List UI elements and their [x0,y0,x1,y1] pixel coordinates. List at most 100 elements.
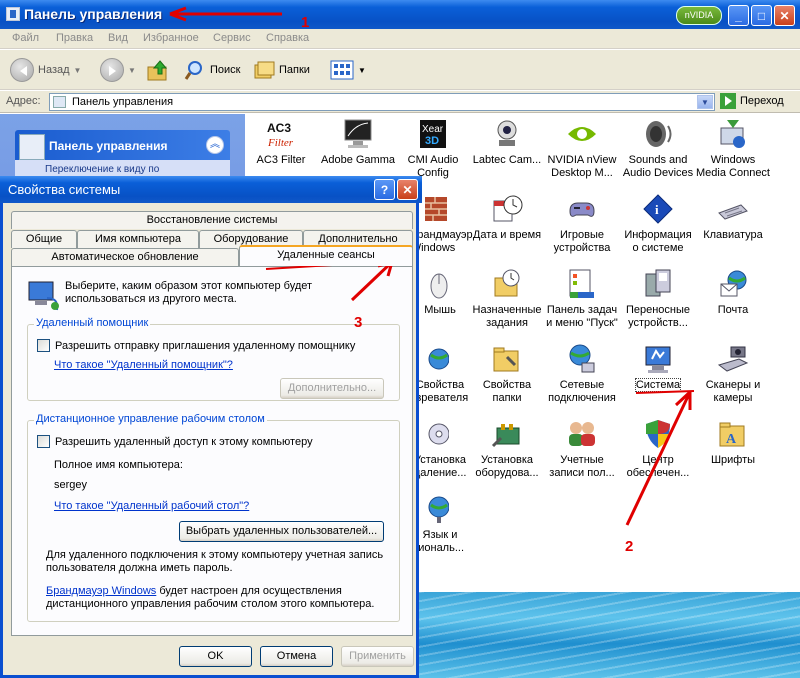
keyboard-icon [717,193,749,225]
icon-game-controllers[interactable]: Игровые устройства [545,193,619,255]
icon-scanners-cameras[interactable]: Сканеры и камеры [696,343,770,405]
control-panel-titlebar[interactable]: Панель управления nVIDIA _ □ ✕ [0,0,800,29]
icon-cmi-audio[interactable]: Xear 3D CMI Audio Config [396,118,470,180]
task-pane-title: Панель управления [49,139,168,153]
folder-options-icon [491,343,523,375]
icon-label: AC3 Filter [256,154,306,166]
control-panel-app-icon [6,7,20,21]
icon-labtec-cam[interactable]: Labtec Cam... [470,118,544,167]
control-panel-small-icon [53,96,66,108]
close-button[interactable]: ✕ [774,5,795,26]
icon-label: Назначенные задания [472,304,542,329]
svg-text:AC3: AC3 [267,121,291,135]
back-arrow-icon [10,58,34,82]
icon-system-info[interactable]: i Информация о системе [621,193,695,255]
mail-globe-icon [717,268,749,300]
remote-assistance-group: Удаленный помощник Разрешить отправку пр… [27,317,400,401]
menu-view[interactable]: Вид [108,32,128,44]
intro-text: Выберите, каким образом этот компьютер б… [65,280,313,305]
ok-button[interactable]: OK [179,646,252,667]
checkbox-box [37,435,50,448]
icon-label: Установка оборудова... [475,454,539,479]
search-button[interactable]: Поиск [184,57,240,83]
gamepad-icon [566,193,598,225]
window-title: Панель управления [24,6,163,22]
menu-tools[interactable]: Сервис [213,32,251,44]
icon-sounds-audio[interactable]: Sounds and Audio Devices [621,118,695,180]
back-button[interactable]: Назад ▼ [10,57,81,83]
switch-view-link[interactable]: Переключение к виду по [45,164,159,175]
remote-desktop-group: Дистанционное управление рабочим столом … [27,413,400,622]
icon-mail[interactable]: Почта [696,268,770,317]
remote-computer-icon [28,281,59,311]
icon-label: Windows Media Connect [696,154,770,179]
up-folder-button[interactable] [146,57,170,83]
dialog-close-button[interactable]: ✕ [397,179,418,200]
nvidia-icon[interactable]: nVIDIA [676,6,722,25]
icon-system[interactable]: Система [621,343,695,392]
what-is-remote-assistance-link[interactable]: Что такое "Удаленный помощник"? [54,359,233,371]
icon-portable-devices[interactable]: Переносные устройств... [621,268,695,330]
icon-label: NVIDIA nView Desktop M... [547,154,617,179]
help-button[interactable]: ? [374,179,395,200]
tab-computer-name[interactable]: Имя компьютера [77,230,199,248]
icon-nvidia-nview[interactable]: NVIDIA nView Desktop M... [545,118,619,180]
icon-taskbar-start[interactable]: Панель задач и меню "Пуск" [545,268,619,330]
address-field[interactable]: Панель управления ▼ [49,93,715,111]
info-diamond-icon: i [642,193,674,225]
full-computer-name-label: Полное имя компьютера: [54,459,183,471]
cancel-button[interactable]: Отмена [260,646,333,667]
firewall-note: Брандмауэр Windows будет настроен для ос… [46,585,391,611]
fonts-folder-icon: A [717,418,749,450]
minimize-button[interactable]: _ [728,5,749,26]
select-remote-users-button[interactable]: Выбрать удаленных пользователей... [179,521,384,542]
assistance-advanced-button[interactable]: Дополнительно... [280,378,384,399]
tab-general[interactable]: Общие [11,230,77,248]
firewall-link[interactable]: Брандмауэр Windows [46,585,156,597]
go-button[interactable]: Переход [720,93,784,109]
speaker-icon [642,118,674,150]
remote-desktop-checkbox[interactable]: Разрешить удаленный доступ к этому компь… [37,435,313,448]
icon-folder-options[interactable]: Свойства папки [470,343,544,405]
svg-text:Xear: Xear [422,124,444,135]
tab-remote-sessions[interactable]: Удаленные сеансы [239,245,413,266]
checkbox-box [37,339,50,352]
forward-button[interactable]: ▼ [100,57,136,83]
tab-system-restore[interactable]: Восстановление системы [11,211,413,229]
shield-icon [642,418,674,450]
icon-fonts[interactable]: A Шрифты [696,418,770,467]
apply-button[interactable]: Применить [341,646,414,667]
chevron-down-icon[interactable]: ▼ [697,95,713,109]
collapse-chevron-icon[interactable]: ︽ [206,136,224,154]
remote-assistance-checkbox[interactable]: Разрешить отправку приглашения удаленном… [37,339,355,352]
icon-user-accounts[interactable]: Учетные записи пол... [545,418,619,480]
icon-keyboard[interactable]: Клавиатура [696,193,770,242]
views-grid-icon [330,60,354,80]
icon-security-center[interactable]: Центр обеспечен... [621,418,695,480]
media-connect-icon [717,118,749,150]
icon-date-time[interactable]: Дата и время [470,193,544,242]
menu-file[interactable]: Файл [12,32,39,44]
users-icon [566,418,598,450]
tab-auto-update[interactable]: Автоматическое обновление [11,248,239,266]
folders-label: Папки [279,64,310,76]
icon-adobe-gamma[interactable]: Adobe Gamma [321,118,395,167]
folders-button[interactable]: Папки [253,57,310,83]
menu-favorites[interactable]: Избранное [143,32,199,44]
icon-scheduled-tasks[interactable]: Назначенные задания [470,268,544,330]
network-globe-icon [566,343,598,375]
icon-ac3-filter[interactable]: AC3 Filter AC3 Filter [244,118,318,167]
maximize-button[interactable]: □ [751,5,772,26]
menu-help[interactable]: Справка [266,32,309,44]
ac3-filter-icon: AC3 Filter [265,118,297,150]
folders-icon [254,61,275,79]
up-folder-icon [147,60,168,81]
menu-edit[interactable]: Правка [56,32,93,44]
icon-add-hardware[interactable]: Установка оборудова... [470,418,544,480]
what-is-remote-desktop-link[interactable]: Что такое "Удаленный рабочий стол"? [54,500,249,512]
icon-network-connections[interactable]: Сетевые подключения [545,343,619,405]
views-button[interactable]: ▼ [330,57,366,83]
svg-text:i: i [655,202,659,217]
icon-windows-media-connect[interactable]: Windows Media Connect [696,118,770,180]
dialog-titlebar[interactable]: Свойства системы ? ✕ [0,176,422,203]
